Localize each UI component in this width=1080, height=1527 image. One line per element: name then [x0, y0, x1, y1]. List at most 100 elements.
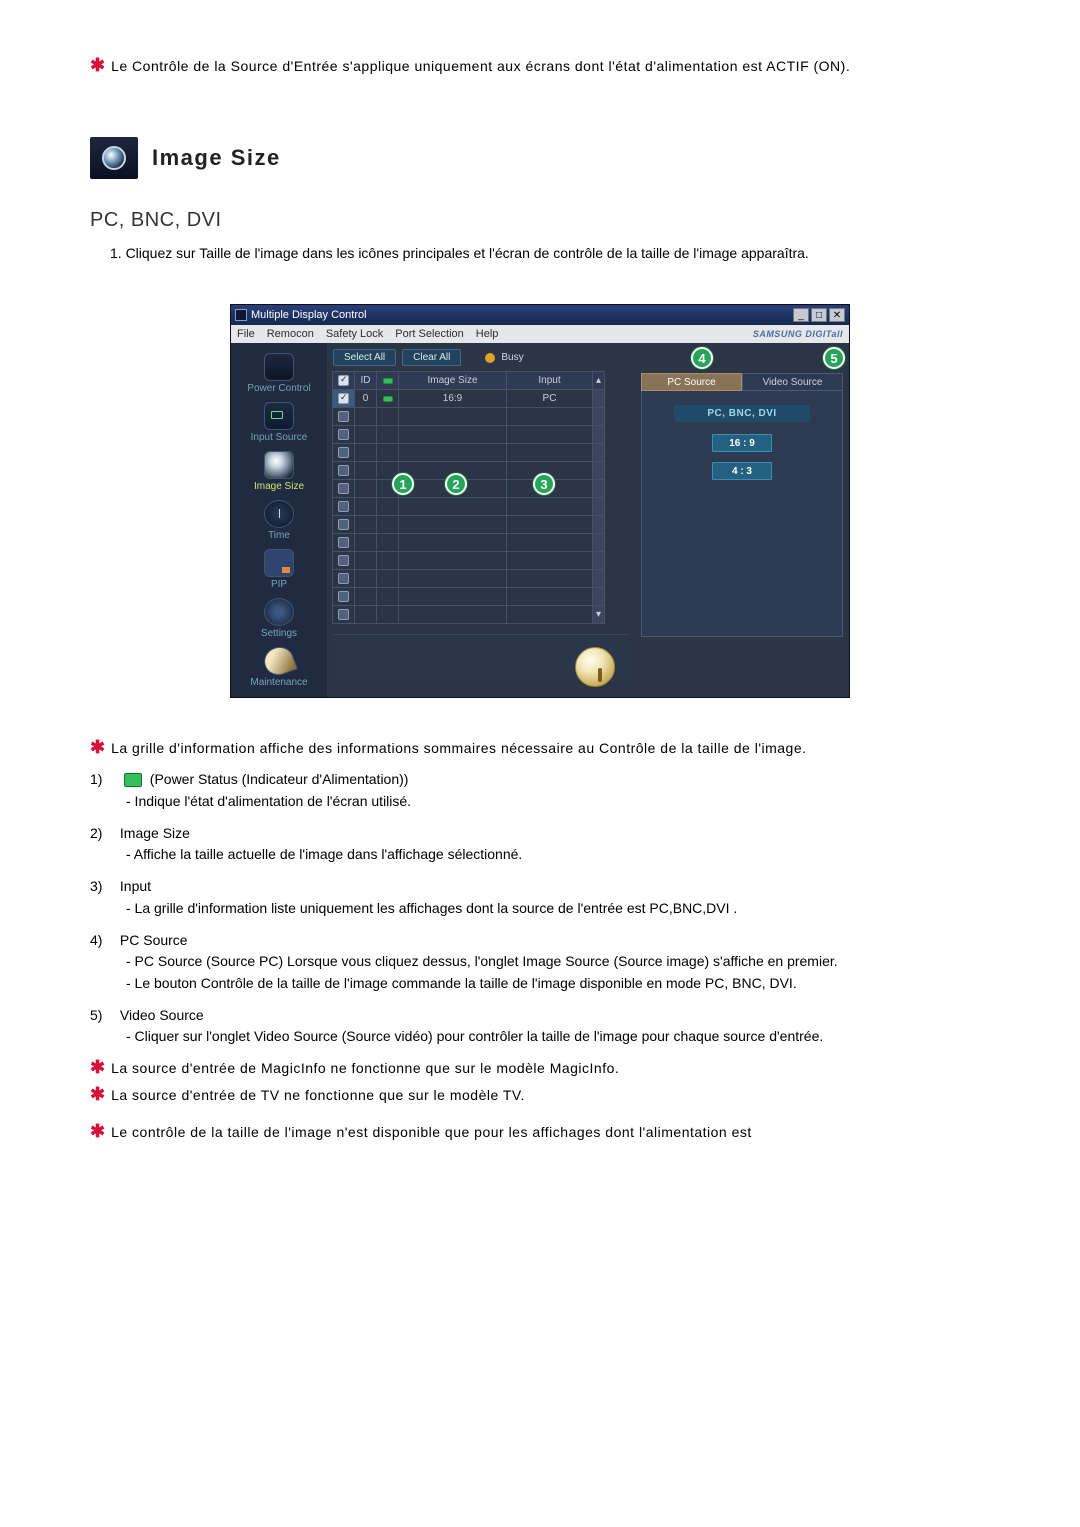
- empty: [398, 407, 507, 426]
- tab-pc-source[interactable]: PC Source: [641, 373, 742, 391]
- row-check[interactable]: [332, 389, 355, 408]
- scrollbar-track[interactable]: [592, 407, 605, 426]
- main-panel: Select All Clear All Busy ID Image Size …: [327, 343, 635, 697]
- window-title: Multiple Display Control: [251, 309, 367, 321]
- sidebar-label: Maintenance: [234, 677, 324, 688]
- brush-icon: [260, 643, 298, 680]
- checkbox-icon: [338, 393, 349, 404]
- select-all-button[interactable]: Select All: [333, 349, 396, 366]
- scroll-up[interactable]: ▴: [592, 371, 605, 390]
- checkbox-icon: [338, 591, 349, 602]
- sidebar-item-input-source[interactable]: Input Source: [234, 398, 324, 445]
- sidebar-item-time[interactable]: Time: [234, 496, 324, 543]
- desc-title: Input: [120, 878, 151, 894]
- top-note-text: Le Contrôle de la Source d'Entrée s'appl…: [111, 56, 850, 77]
- star-icon: ✱: [90, 1122, 105, 1140]
- section-subtitle: PC, BNC, DVI: [90, 209, 990, 232]
- row-check[interactable]: [332, 497, 355, 516]
- row-check[interactable]: [332, 425, 355, 444]
- image-size-icon: [264, 451, 294, 479]
- power-icon: [264, 353, 294, 381]
- scrollbar-track[interactable]: [592, 515, 605, 534]
- menu-safety-lock[interactable]: Safety Lock: [326, 328, 383, 340]
- warning-icon: [575, 647, 615, 687]
- checkbox-icon: [338, 537, 349, 548]
- size-option-4-3[interactable]: 4 : 3: [712, 462, 772, 480]
- sidebar-item-power-control[interactable]: Power Control: [234, 349, 324, 396]
- scrollbar-track[interactable]: [592, 479, 605, 498]
- empty: [506, 407, 593, 426]
- empty: [506, 533, 593, 552]
- scrollbar-track[interactable]: [592, 497, 605, 516]
- empty: [506, 443, 593, 462]
- empty: [398, 515, 507, 534]
- empty: [376, 605, 399, 624]
- row-check[interactable]: [332, 515, 355, 534]
- sidebar-item-settings[interactable]: Settings: [234, 594, 324, 641]
- desc-line: - Affiche la taille actuelle de l'image …: [126, 844, 990, 866]
- desc-line: - Indique l'état d'alimentation de l'écr…: [126, 791, 990, 813]
- empty: [376, 443, 399, 462]
- scroll-down[interactable]: ▾: [592, 605, 605, 624]
- pip-icon: [264, 549, 294, 577]
- empty: [398, 605, 507, 624]
- window-minimize-button[interactable]: _: [793, 308, 809, 322]
- tab-video-source[interactable]: Video Source: [742, 373, 843, 391]
- row-check[interactable]: [332, 605, 355, 624]
- row-power: [376, 389, 399, 408]
- empty: [376, 551, 399, 570]
- scrollbar-track[interactable]: [592, 569, 605, 588]
- menu-remocon[interactable]: Remocon: [267, 328, 314, 340]
- desc-num: 3): [90, 876, 116, 898]
- window-close-button[interactable]: ✕: [829, 308, 845, 322]
- row-id: 0: [354, 389, 377, 408]
- menu-help[interactable]: Help: [476, 328, 499, 340]
- sidebar-label: Power Control: [234, 383, 324, 394]
- window-maximize-button[interactable]: □: [811, 308, 827, 322]
- sidebar-item-pip[interactable]: PIP: [234, 545, 324, 592]
- sidebar-item-image-size[interactable]: Image Size: [234, 447, 324, 494]
- empty: [398, 569, 507, 588]
- sidebar-item-maintenance[interactable]: Maintenance: [234, 643, 324, 690]
- scrollbar-track[interactable]: [592, 425, 605, 444]
- input-source-icon: [264, 402, 294, 430]
- row-check[interactable]: [332, 587, 355, 606]
- row-check[interactable]: [332, 407, 355, 426]
- menu-file[interactable]: File: [237, 328, 255, 340]
- empty: [354, 479, 377, 498]
- star-icon: ✱: [90, 56, 105, 74]
- checkbox-icon: [338, 609, 349, 620]
- row-input: PC: [506, 389, 593, 408]
- checkbox-icon: [338, 411, 349, 422]
- display-grid: ID Image Size Input ▴ 0 16:9 PC: [333, 372, 629, 624]
- row-check[interactable]: [332, 479, 355, 498]
- empty: [398, 497, 507, 516]
- desc-num: 2): [90, 823, 116, 845]
- scrollbar-track[interactable]: [592, 551, 605, 570]
- check-all[interactable]: [338, 375, 349, 386]
- row-check[interactable]: [332, 461, 355, 480]
- size-option-16-9[interactable]: 16 : 9: [712, 434, 772, 452]
- row-check[interactable]: [332, 443, 355, 462]
- desc-num: 1): [90, 769, 116, 791]
- row-check[interactable]: [332, 569, 355, 588]
- checkbox-icon: [338, 555, 349, 566]
- empty: [376, 533, 399, 552]
- desc-item-3: 3) Input - La grille d'information liste…: [90, 876, 990, 919]
- status-bar: [333, 634, 629, 682]
- scrollbar-track[interactable]: [592, 461, 605, 480]
- section-title: Image Size: [152, 145, 281, 171]
- empty: [506, 515, 593, 534]
- brand-label: SAMSUNG DIGITall: [753, 329, 843, 339]
- row-check[interactable]: [332, 551, 355, 570]
- clear-all-button[interactable]: Clear All: [402, 349, 461, 366]
- desc-title: (Power Status (Indicateur d'Alimentation…: [150, 771, 409, 787]
- desc-item-2: 2) Image Size - Affiche la taille actuel…: [90, 823, 990, 866]
- row-check[interactable]: [332, 533, 355, 552]
- scrollbar-track[interactable]: [592, 443, 605, 462]
- menu-port-selection[interactable]: Port Selection: [395, 328, 463, 340]
- scrollbar-track[interactable]: [592, 533, 605, 552]
- scrollbar-track[interactable]: [592, 587, 605, 606]
- empty: [376, 587, 399, 606]
- scrollbar-track[interactable]: [592, 389, 605, 408]
